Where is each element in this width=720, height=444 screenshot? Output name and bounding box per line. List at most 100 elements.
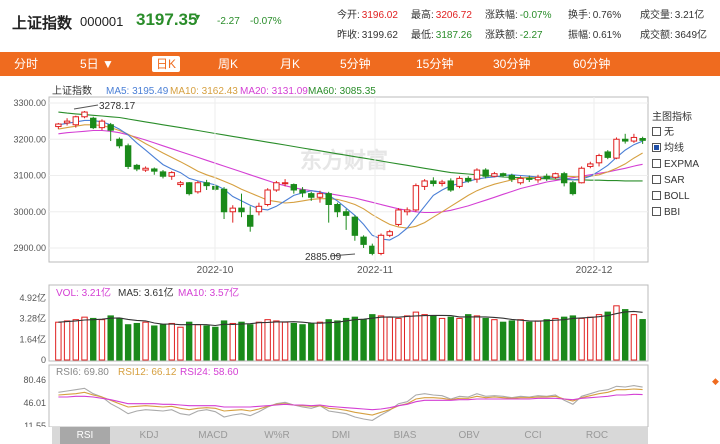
vol-ma10-legend: MA10: 3.57亿 — [178, 286, 239, 299]
volume-bar — [90, 317, 97, 361]
high-annotation-line — [73, 104, 99, 110]
rsi6-line — [58, 385, 643, 421]
candle-body — [351, 216, 359, 236]
candle-body — [482, 169, 489, 177]
volume-bar — [168, 322, 175, 361]
tab-3[interactable]: 周K — [218, 52, 238, 76]
volume-bar — [238, 321, 245, 361]
stat-value: 3187.26 — [435, 30, 472, 41]
stat-label: 涨跌幅: — [485, 10, 518, 21]
volume-bar — [177, 326, 184, 361]
tab-0[interactable]: 分时 — [14, 52, 38, 76]
period-tab-bar: 分时 5日 ▼ 日K 周K 月K 5分钟 15分钟 30分钟 60分钟 — [0, 52, 720, 76]
candle-body — [491, 173, 498, 177]
volume-bar — [517, 319, 524, 361]
price-change: -2.27 — [217, 16, 240, 27]
indicator-tab-3[interactable]: W%R — [252, 427, 302, 444]
volume-bar — [403, 315, 411, 361]
y-tick-label: 3300.00 — [13, 98, 46, 108]
tab-7[interactable]: 30分钟 — [493, 52, 530, 76]
candle-body — [264, 189, 271, 205]
x-tick-label: 2022-11 — [357, 265, 393, 276]
candle-body — [142, 167, 149, 171]
volume-bar — [447, 316, 454, 361]
stat-6: 最低: 3187.26 — [411, 26, 472, 41]
candle-body — [273, 182, 280, 191]
quote-header: 上证指数 000001 3197.35 ▼ -2.27 -0.07% 今开: 31… — [0, 0, 720, 52]
volume-bar — [273, 320, 280, 361]
legend-ma60: MA60: 3085.35 — [308, 86, 376, 97]
rsi12-legend: RSI12: 66.12 — [118, 367, 177, 378]
indicator-tab-6[interactable]: OBV — [444, 427, 494, 444]
volume-tick-label: 1.64亿 — [19, 333, 46, 344]
candle-body — [395, 209, 402, 225]
tab-8[interactable]: 60分钟 — [573, 52, 610, 76]
candle-body — [447, 180, 454, 191]
stat-value: 3206.72 — [435, 10, 472, 21]
checkbox-icon[interactable] — [652, 175, 661, 184]
checkbox-icon[interactable] — [652, 159, 661, 168]
candle-body — [578, 167, 585, 184]
stat-8: 振幅: 0.61% — [568, 26, 621, 41]
candle-body — [430, 180, 437, 184]
indicator-tab-1[interactable]: KDJ — [124, 427, 174, 444]
candle-body — [630, 136, 638, 142]
kline-chart[interactable]: 3300.003200.003100.003000.002900.00东方财富上… — [0, 76, 720, 427]
stat-value: -0.07% — [519, 10, 552, 21]
volume-bar — [456, 317, 463, 361]
checkbox-icon[interactable] — [652, 143, 661, 152]
indicator-option-0[interactable]: 无 — [652, 126, 720, 142]
candle-body — [238, 207, 245, 213]
tab-6[interactable]: 15分钟 — [416, 52, 453, 76]
option-label: EXPMA — [664, 159, 700, 170]
tab-4[interactable]: 月K — [280, 52, 300, 76]
candle-body — [63, 120, 71, 124]
checkbox-icon[interactable] — [652, 127, 661, 136]
indicator-option-2[interactable]: EXPMA — [652, 158, 720, 174]
candle-body — [81, 111, 88, 118]
checkbox-icon[interactable] — [652, 191, 661, 200]
candle-body — [229, 207, 236, 213]
option-label: 无 — [664, 127, 674, 138]
checkbox-icon[interactable] — [652, 207, 661, 216]
indicator-option-5[interactable]: BBI — [652, 206, 720, 222]
candle-body — [316, 193, 324, 198]
indicator-option-1[interactable]: 均线 — [652, 142, 720, 158]
vol-legend: VOL: 3.21亿 — [56, 286, 111, 299]
indicator-tab-2[interactable]: MACD — [188, 427, 238, 444]
tab-5[interactable]: 5分钟 — [340, 52, 371, 76]
volume-bar — [604, 311, 611, 361]
candle-body — [569, 182, 577, 195]
candle-body — [124, 145, 132, 167]
candle-body — [72, 116, 80, 126]
y-tick-label: 3200.00 — [13, 134, 46, 144]
candle-body — [203, 182, 210, 187]
tab-1[interactable]: 5日 ▼ — [80, 52, 114, 76]
tab-2[interactable]: 日K — [152, 56, 181, 72]
stat-value: 3649亿 — [674, 30, 708, 41]
index-code: 000001 — [80, 14, 124, 29]
candle-body — [107, 124, 114, 131]
candle-body — [369, 245, 376, 254]
rsi-tick-label: 46.01 — [23, 398, 46, 408]
stat-1: 最高: 3206.72 — [411, 6, 472, 21]
indicator-tab-4[interactable]: DMI — [316, 427, 366, 444]
indicator-tab-5[interactable]: BIAS — [380, 427, 430, 444]
volume-bar — [569, 315, 577, 361]
candle-body — [560, 173, 568, 184]
indicator-option-3[interactable]: SAR — [652, 174, 720, 190]
indicator-option-4[interactable]: BOLL — [652, 190, 720, 206]
indicator-tab-bar: RSI KDJ MACD W%R DMI BIAS OBV CCI ROC — [52, 427, 648, 444]
indicator-tab-8[interactable]: ROC — [572, 427, 622, 444]
volume-bar — [63, 320, 71, 361]
volume-bar — [342, 317, 350, 361]
volume-bar — [430, 315, 437, 361]
candle-body — [255, 205, 263, 213]
volume-bar — [595, 314, 603, 361]
volume-bar — [247, 324, 254, 361]
stat-value: 3196.02 — [361, 10, 398, 21]
volume-bar — [142, 321, 149, 361]
volume-bar — [438, 317, 446, 361]
indicator-tab-7[interactable]: CCI — [508, 427, 558, 444]
indicator-tab-0[interactable]: RSI — [60, 427, 110, 444]
